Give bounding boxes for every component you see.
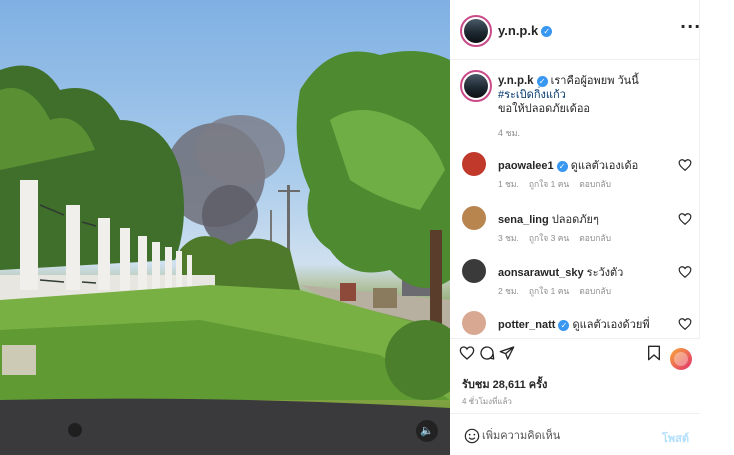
bookmark-icon[interactable] xyxy=(647,345,661,361)
comment-item: potter_natt ✓ ดูแลตัวเองด้วยพี่ xyxy=(450,311,700,338)
comment-item: paowalee1 ✓ ดูแลตัวเองเด้อ 1 ชม. ถูกใจ 1 ค… xyxy=(450,152,700,202)
caption-line-3: ขอให้ปลอดภัยเด้ออ xyxy=(498,103,591,115)
comment-time: 3 ชม. xyxy=(498,233,519,243)
commenter-username[interactable]: paowalee1 xyxy=(498,160,554,172)
commenter-avatar[interactable] xyxy=(462,152,486,176)
post-header: y.n.p.k ✓ ··· xyxy=(450,0,700,60)
verified-badge-icon: ✓ xyxy=(558,319,570,331)
post-photo: 🔈 xyxy=(0,0,450,455)
heart-icon[interactable] xyxy=(678,212,692,226)
heart-icon[interactable] xyxy=(678,158,692,172)
comment-meta: 2 ชม. ถูกใจ 1 คน ตอบกลับ xyxy=(498,284,621,298)
view-count[interactable]: รับชม 28,611 ครั้ง xyxy=(462,375,547,393)
caption-timestamp: 4 ชม. xyxy=(498,128,521,138)
comment-meta: 3 ชม. ถูกใจ 3 คน ตอบกลับ xyxy=(498,231,621,245)
reply-button[interactable]: ตอบกลับ xyxy=(579,286,611,296)
speaker-icon: 🔈 xyxy=(420,424,434,437)
commenter-avatar[interactable] xyxy=(462,311,486,335)
add-comment-bar: โพสต์ xyxy=(450,413,700,455)
comment-body: ปลอดภัยๆ xyxy=(551,214,599,226)
reply-button[interactable]: ตอบกลับ xyxy=(579,233,611,243)
comment-item: aonsarawut_sky ระวังตัว 2 ชม. ถูกใจ 1 คน ต… xyxy=(450,259,700,309)
caption-avatar[interactable] xyxy=(460,70,492,102)
mute-toggle-button[interactable]: 🔈 xyxy=(416,420,438,442)
verified-badge-icon: ✓ xyxy=(541,26,553,38)
comment-body: ดูแลตัวเองเด้อ xyxy=(570,160,639,172)
comment-text: aonsarawut_sky ระวังตัว xyxy=(498,263,678,281)
video-frame xyxy=(0,51,450,455)
comment-likes[interactable]: ถูกใจ 1 คน xyxy=(529,286,569,296)
author-avatar[interactable] xyxy=(460,15,492,47)
more-options-icon[interactable]: ··· xyxy=(680,17,701,36)
caption-line-1: เราคือผู้อพยพ วันนี้ xyxy=(550,75,639,87)
author-username-text[interactable]: y.n.p.k xyxy=(498,23,538,38)
verified-badge-icon: ✓ xyxy=(536,75,548,87)
post-actions: รับชม 28,611 ครั้ง 4 ชั่วโมงที่แล้ว โพสต… xyxy=(450,338,700,455)
reply-button[interactable]: ตอบกลับ xyxy=(579,179,611,189)
commenter-avatar[interactable] xyxy=(462,206,486,230)
commenter-username[interactable]: sena_ling xyxy=(498,214,549,226)
author-username[interactable]: y.n.p.k ✓ xyxy=(498,23,553,38)
verified-badge-icon: ✓ xyxy=(556,160,568,172)
comment-likes[interactable]: ถูกใจ 1 คน xyxy=(529,179,569,189)
post-age: 4 ชั่วโมงที่แล้ว xyxy=(462,397,512,406)
heart-icon[interactable] xyxy=(678,265,692,279)
comment-text: paowalee1 ✓ ดูแลตัวเองเด้อ xyxy=(498,156,678,174)
add-comment-input[interactable] xyxy=(482,428,652,444)
comment-body: ดูแลตัวเองด้วยพี่ xyxy=(572,319,650,331)
comment-likes[interactable]: ถูกใจ 3 คน xyxy=(529,233,569,243)
share-icon[interactable] xyxy=(499,345,515,361)
caption-hashtag[interactable]: #ระเบิดกิ่งแก้ว xyxy=(498,89,566,101)
post-comment-button[interactable]: โพสต์ xyxy=(662,429,689,447)
commenter-avatar[interactable] xyxy=(462,259,486,283)
heart-icon[interactable] xyxy=(678,317,692,331)
comment-meta: 1 ชม. ถูกใจ 1 คน ตอบกลับ xyxy=(498,177,621,191)
floating-action-button[interactable] xyxy=(670,348,692,370)
heart-icon[interactable] xyxy=(459,345,475,361)
caption-username[interactable]: y.n.p.k xyxy=(498,75,534,87)
caption-text: y.n.p.k ✓ เราคือผู้อพยพ วันนี้ #ระเบิดกิ่… xyxy=(498,74,694,116)
comment-icon[interactable] xyxy=(479,345,495,361)
comment-time: 1 ชม. xyxy=(498,179,519,189)
comment-time: 2 ชม. xyxy=(498,286,519,296)
comment-item: sena_ling ปลอดภัยๆ 3 ชม. ถูกใจ 3 คน ตอบกลั… xyxy=(450,206,700,256)
commenter-username[interactable]: potter_natt xyxy=(498,319,555,331)
comment-text: potter_natt ✓ ดูแลตัวเองด้วยพี่ xyxy=(498,315,678,333)
comment-body: ระวังตัว xyxy=(586,267,624,279)
comment-text: sena_ling ปลอดภัยๆ xyxy=(498,210,678,228)
commenter-username[interactable]: aonsarawut_sky xyxy=(498,267,584,279)
emoji-icon[interactable] xyxy=(464,428,480,444)
post-side-panel: y.n.p.k ✓ ··· y.n.p.k ✓ เราคือผู้อพยพ วันน… xyxy=(450,0,700,455)
